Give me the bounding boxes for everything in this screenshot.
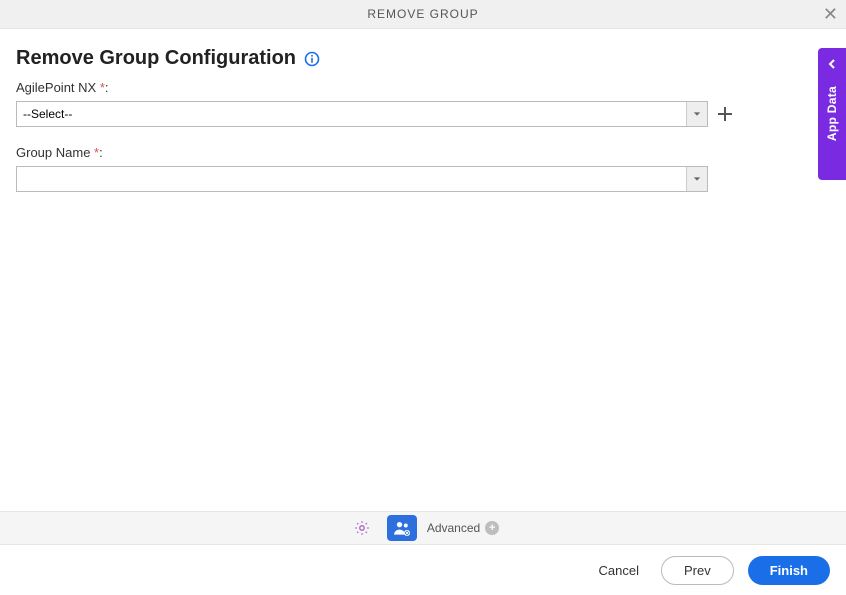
finish-button[interactable]: Finish [748,556,830,585]
dialog-header: REMOVE GROUP ✕ [0,0,846,29]
bottom-tabstrip: Advanced + [0,511,846,545]
required-asterisk: * [94,145,99,160]
chevron-down-icon[interactable] [686,102,707,126]
agilepoint-input[interactable] [17,102,686,126]
groupname-input[interactable] [17,167,686,191]
group-tab[interactable] [387,515,417,541]
groupname-label-text: Group Name [16,145,90,160]
app-data-panel-toggle[interactable]: App Data [818,48,846,180]
plus-circle-icon: + [485,521,499,535]
dialog-title: REMOVE GROUP [367,7,478,21]
groupname-select[interactable] [16,166,708,192]
info-icon[interactable] [304,51,320,67]
app-data-label: App Data [825,86,839,141]
page-title-row: Remove Group Configuration [0,29,846,80]
agilepoint-field-group: AgilePoint NX *: [16,80,830,127]
groupname-field-row [16,166,830,192]
add-agilepoint-button[interactable] [716,105,734,123]
agilepoint-label: AgilePoint NX *: [16,80,830,95]
form-area: AgilePoint NX *: Group Name *: [0,80,846,192]
groupname-label: Group Name *: [16,145,830,160]
chevron-down-icon[interactable] [686,167,707,191]
groupname-field-group: Group Name *: [16,145,830,192]
prev-button[interactable]: Prev [661,556,734,585]
cancel-button[interactable]: Cancel [591,557,647,584]
advanced-button[interactable]: Advanced + [427,521,499,535]
page-title: Remove Group Configuration [16,47,296,70]
advanced-label: Advanced [427,521,480,535]
chevron-left-icon [827,56,837,74]
dialog-footer: Cancel Prev Finish [0,545,846,595]
agilepoint-field-row [16,101,830,127]
agilepoint-select[interactable] [16,101,708,127]
close-icon[interactable]: ✕ [823,5,838,23]
required-asterisk: * [100,80,105,95]
agilepoint-label-text: AgilePoint NX [16,80,96,95]
settings-tab[interactable] [347,515,377,541]
